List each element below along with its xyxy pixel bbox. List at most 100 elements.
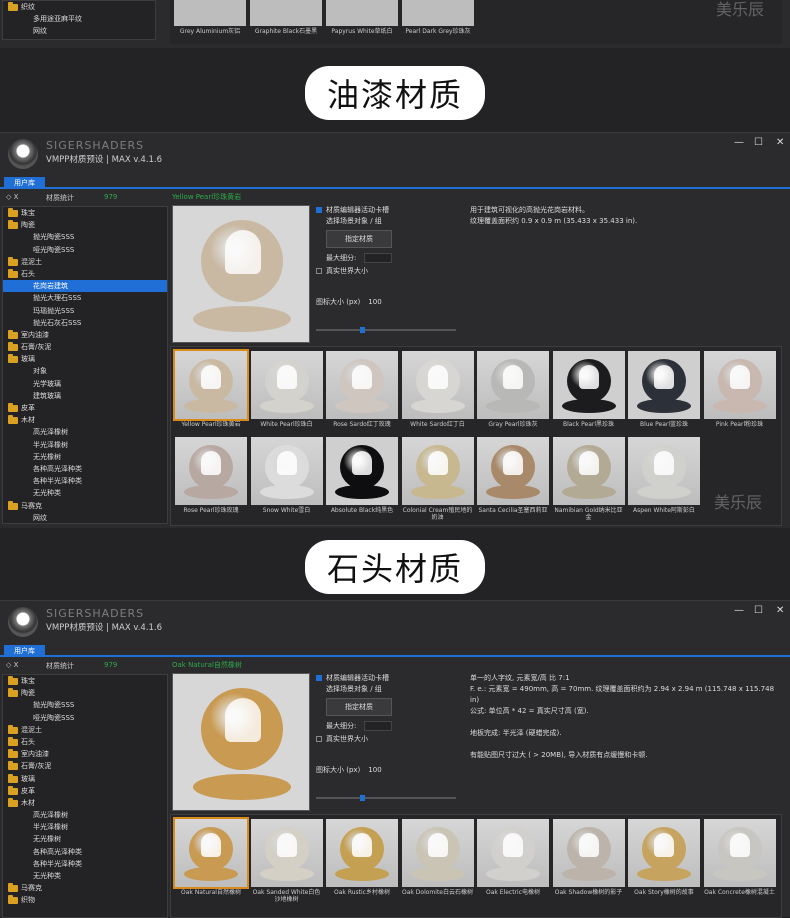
- category-folder[interactable]: 石膏/灰泥: [3, 760, 167, 772]
- option-editor-slot[interactable]: 材质编辑器活动卡槽: [316, 205, 392, 216]
- category-item[interactable]: 无光种类: [3, 870, 167, 882]
- category-item[interactable]: 高光泽橡树: [3, 426, 167, 438]
- option-select-scene[interactable]: 选择场景对象 / 组: [316, 684, 392, 695]
- category-item[interactable]: 无光橡树: [3, 833, 167, 845]
- category-item[interactable]: 各种半光泽种类: [3, 475, 167, 487]
- slider-handle[interactable]: [360, 795, 365, 801]
- material-thumb[interactable]: White Sardo红丁白: [401, 351, 474, 428]
- category-folder[interactable]: 石头: [3, 268, 167, 280]
- category-folder[interactable]: 混泥土: [3, 256, 167, 268]
- material-thumb[interactable]: Graphite Black石墨黑: [250, 0, 322, 40]
- option-editor-slot[interactable]: 材质编辑器活动卡槽: [316, 673, 392, 684]
- material-thumb[interactable]: Pink Pearl粉珍珠: [703, 351, 776, 428]
- category-folder[interactable]: 皮革: [3, 402, 167, 414]
- minimize-icon[interactable]: —: [734, 137, 744, 148]
- sidebar-item[interactable]: 网纹: [3, 25, 155, 37]
- category-item[interactable]: 无光种类: [3, 487, 167, 499]
- category-item[interactable]: 各种半光泽种类: [3, 858, 167, 870]
- category-folder[interactable]: 玻璃: [3, 353, 167, 365]
- material-thumb[interactable]: Aspen White阿斯彭白: [628, 437, 700, 514]
- close-icon[interactable]: ✕: [776, 605, 784, 616]
- material-thumb[interactable]: Black Pearl黑珍珠: [552, 351, 625, 428]
- option-select-scene[interactable]: 选择场景对象 / 组: [316, 216, 392, 227]
- category-item[interactable]: 抛光大理石SSS: [3, 292, 167, 304]
- category-item[interactable]: 光学玻璃: [3, 378, 167, 390]
- category-folder[interactable]: 织物: [3, 894, 167, 906]
- material-thumb[interactable]: Colonial Cream殖民地的奶油: [401, 437, 474, 521]
- tab-user-library[interactable]: 用户库: [4, 645, 45, 657]
- material-thumb[interactable]: Oak Rustic乡村橡树: [326, 819, 398, 896]
- category-folder[interactable]: 石膏/灰泥: [3, 341, 167, 353]
- minimize-icon[interactable]: —: [734, 605, 744, 616]
- option-real-world-size[interactable]: 真实世界大小: [316, 734, 392, 745]
- max-subdiv-input[interactable]: [364, 721, 393, 731]
- category-item[interactable]: 玛瑙抛光SSS: [3, 305, 167, 317]
- icon-size-slider[interactable]: [316, 795, 456, 801]
- material-thumb[interactable]: Grey Aluminium灰铝: [174, 0, 246, 40]
- category-folder[interactable]: 马赛克: [3, 500, 167, 512]
- checkbox-icon[interactable]: [316, 736, 322, 742]
- material-thumb[interactable]: Oak Concrete橡树混凝土: [703, 819, 776, 896]
- checkbox-icon[interactable]: [316, 207, 322, 213]
- material-thumb[interactable]: Yellow Pearl珍珠黄岩: [173, 349, 249, 428]
- category-folder[interactable]: 室内油漆: [3, 748, 167, 760]
- checkbox-icon[interactable]: [316, 268, 322, 274]
- material-thumb[interactable]: Gray Pearl珍珠灰: [477, 351, 549, 428]
- material-thumb[interactable]: Blue Pearl蓝珍珠: [628, 351, 700, 428]
- category-folder[interactable]: 玻璃: [3, 773, 167, 785]
- material-thumb[interactable]: Oak Electric电橡树: [477, 819, 549, 896]
- material-thumb[interactable]: Santa Cecilia圣塞西莉亚: [477, 437, 549, 514]
- material-thumb[interactable]: Snow White雪白: [250, 437, 323, 514]
- slider-handle[interactable]: [360, 327, 365, 333]
- collapse-icons[interactable]: ◇ X: [6, 193, 18, 201]
- category-folder[interactable]: 马赛克: [3, 882, 167, 894]
- category-item[interactable]: 哑光陶瓷SSS: [3, 244, 167, 256]
- checkbox-icon[interactable]: [316, 675, 322, 681]
- material-thumb[interactable]: Absolute Black纯黑色: [326, 437, 398, 514]
- maximize-icon[interactable]: ☐: [754, 137, 763, 148]
- material-thumb[interactable]: White Pearl珍珠白: [250, 351, 323, 428]
- material-thumb[interactable]: Namibian Gold纳米比亚金: [552, 437, 625, 521]
- category-item[interactable]: 半光泽橡树: [3, 439, 167, 451]
- category-folder[interactable]: 陶瓷: [3, 219, 167, 231]
- category-item[interactable]: 各种高光泽种类: [3, 463, 167, 475]
- category-folder[interactable]: 混泥土: [3, 724, 167, 736]
- material-thumb[interactable]: Oak Story橡树的故事: [628, 819, 700, 896]
- category-item[interactable]: 网纹: [3, 512, 167, 523]
- category-item[interactable]: 高光泽橡树: [3, 809, 167, 821]
- category-item[interactable]: 抛光陶瓷SSS: [3, 699, 167, 711]
- category-item[interactable]: 哑光陶瓷SSS: [3, 712, 167, 724]
- material-thumb[interactable]: Oak Sanded White白色沙地橡树: [250, 819, 323, 903]
- material-thumb[interactable]: Papyrus White草纸白: [326, 0, 398, 40]
- tab-user-library[interactable]: 用户库: [4, 177, 45, 189]
- category-item[interactable]: 对象: [3, 365, 167, 377]
- material-thumb[interactable]: Oak Shadow橡树的影子: [552, 819, 625, 896]
- category-folder[interactable]: 室内油漆: [3, 329, 167, 341]
- maximize-icon[interactable]: ☐: [754, 605, 763, 616]
- icon-size-slider[interactable]: [316, 327, 456, 333]
- category-item[interactable]: 无光橡树: [3, 451, 167, 463]
- assign-material-button[interactable]: 指定材质: [326, 698, 392, 716]
- category-folder[interactable]: 陶瓷: [3, 687, 167, 699]
- sidebar-item[interactable]: 多用途亚麻平纹: [3, 13, 155, 25]
- category-folder[interactable]: 皮革: [3, 785, 167, 797]
- assign-material-button[interactable]: 指定材质: [326, 230, 392, 248]
- category-item[interactable]: 抛光陶瓷SSS: [3, 231, 167, 243]
- sidebar-item[interactable]: 织纹: [3, 1, 155, 13]
- category-item[interactable]: 花岗岩建筑: [3, 280, 167, 293]
- category-folder[interactable]: 石头: [3, 736, 167, 748]
- material-thumb[interactable]: Rose Pearl珍珠玫瑰: [175, 437, 247, 514]
- material-thumb[interactable]: Oak Dolomite白云石橡树: [401, 819, 474, 896]
- category-item[interactable]: 各种高光泽种类: [3, 846, 167, 858]
- category-folder[interactable]: 木材: [3, 797, 167, 809]
- material-thumb[interactable]: Rose Sardo红丁玫瑰: [326, 351, 398, 428]
- category-item[interactable]: 半光泽橡树: [3, 821, 167, 833]
- category-folder[interactable]: 珠宝: [3, 207, 167, 219]
- category-item[interactable]: 建筑玻璃: [3, 390, 167, 402]
- category-folder[interactable]: 木材: [3, 414, 167, 426]
- material-thumb[interactable]: Oak Natural自然橡树: [173, 817, 249, 896]
- category-item[interactable]: 抛光石灰石SSS: [3, 317, 167, 329]
- category-folder[interactable]: 珠宝: [3, 675, 167, 687]
- material-thumb[interactable]: Pearl Dark Grey珍珠灰: [402, 0, 474, 40]
- option-real-world-size[interactable]: 真实世界大小: [316, 266, 392, 277]
